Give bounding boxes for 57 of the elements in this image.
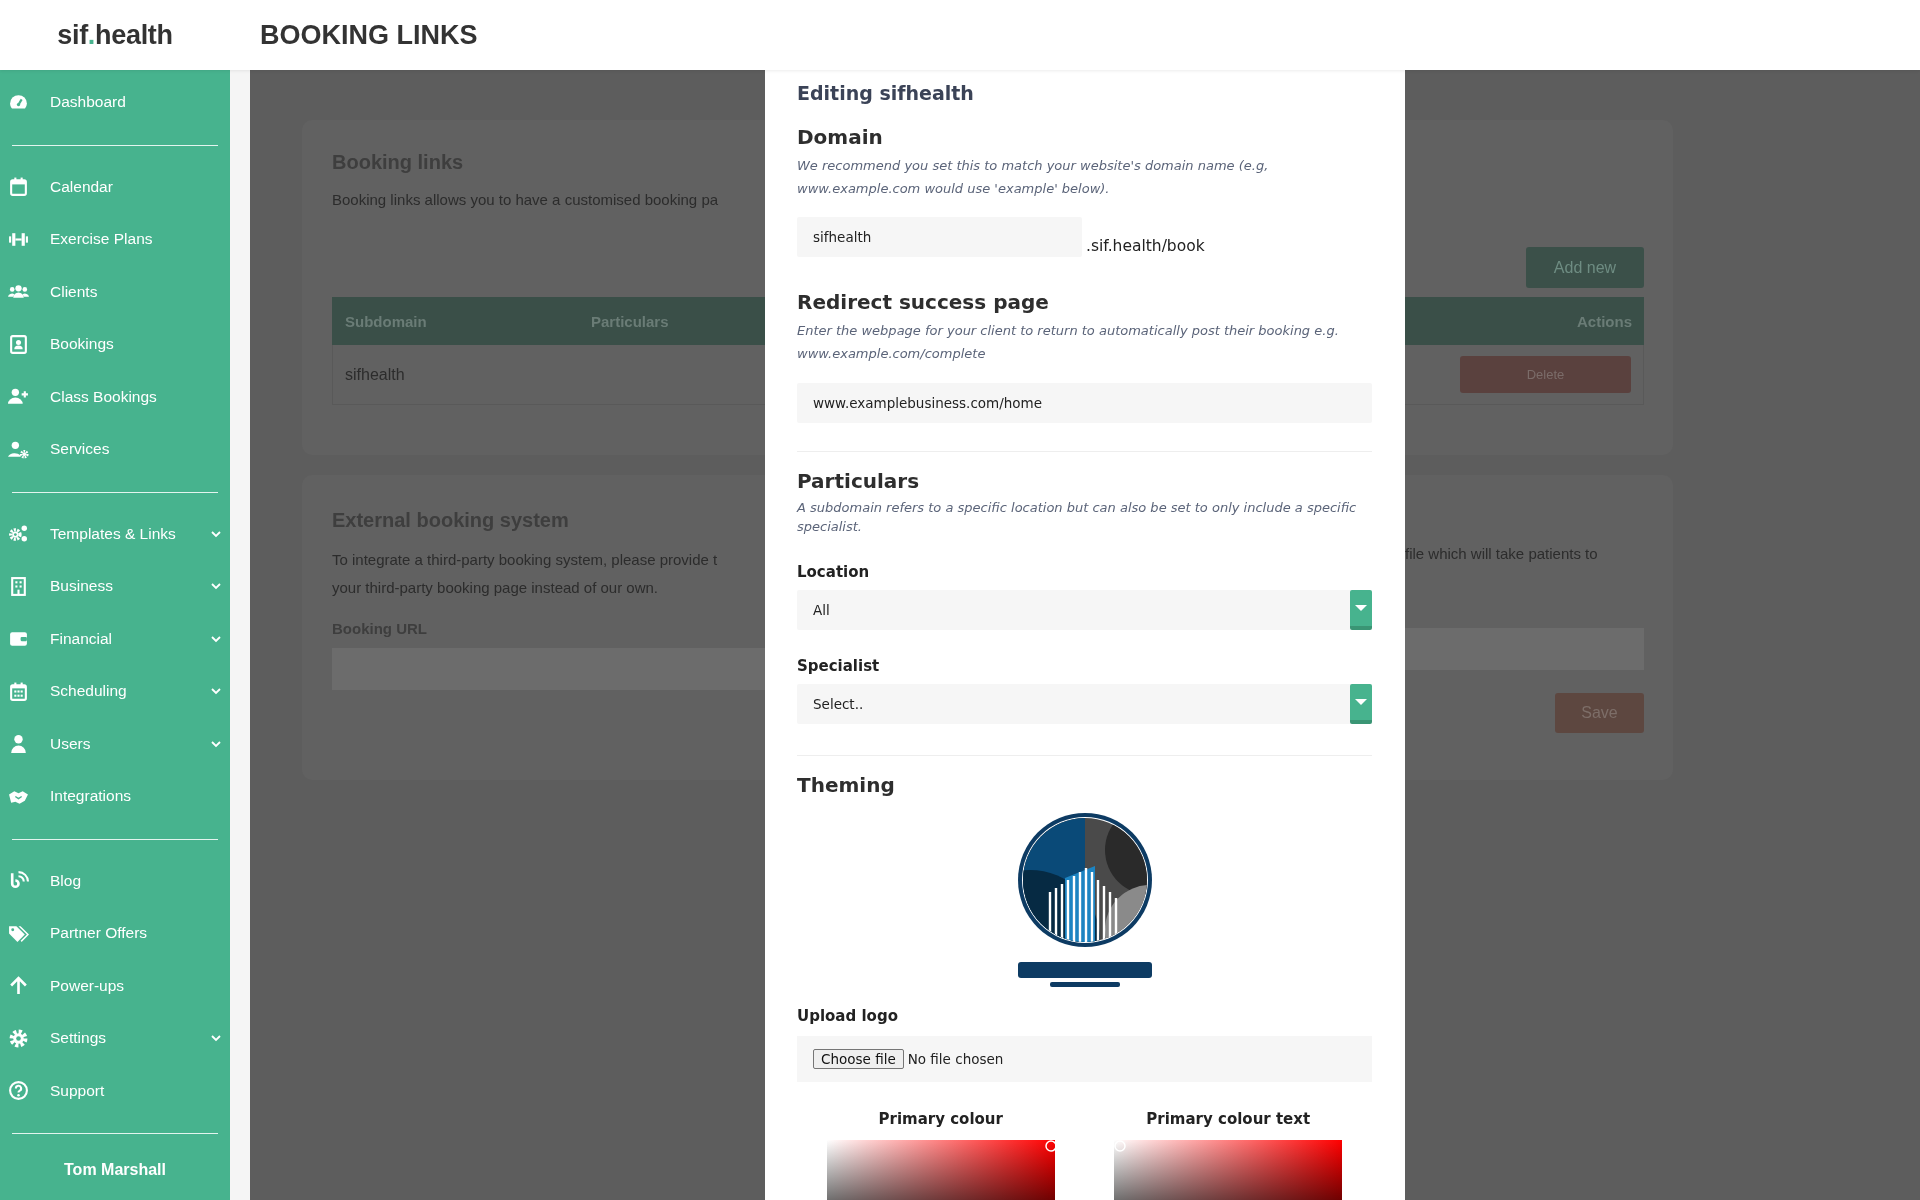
nav-item[interactable]: Users xyxy=(0,717,230,770)
field-label: Primary colour text xyxy=(1146,1109,1311,1130)
nav-item[interactable]: Dashboard xyxy=(0,76,230,129)
nav-item[interactable]: Exercise Plans xyxy=(0,213,230,266)
user-icon xyxy=(8,733,29,755)
calendar-icon xyxy=(8,176,29,198)
building-icon xyxy=(8,575,29,597)
colour-picker[interactable] xyxy=(1114,1140,1343,1200)
nav-item[interactable]: Power-ups xyxy=(0,959,230,1012)
file-status: No file chosen xyxy=(907,1051,1004,1067)
arrow-up-icon xyxy=(8,975,29,997)
input-field[interactable] xyxy=(1405,628,1644,670)
section-heading: Theming xyxy=(797,772,896,799)
caret-icon xyxy=(1355,698,1367,706)
modal-title: Editing sifhealth xyxy=(797,81,975,106)
field-label: Primary colour xyxy=(878,1109,1003,1130)
nav-item[interactable]: Business xyxy=(0,560,230,613)
choose-file-button[interactable]: Choose file xyxy=(813,1049,904,1069)
nav-item[interactable]: Integrations xyxy=(0,770,230,823)
page-title: BOOKING LINKS xyxy=(260,19,478,51)
add-new-button[interactable]: Add new xyxy=(1526,247,1644,288)
field-label: Upload logo xyxy=(797,1006,899,1027)
nav-item[interactable]: Templates & Links xyxy=(0,507,230,560)
user-name: Tom Marshall xyxy=(64,1161,166,1179)
section-heading: Redirect success page xyxy=(797,289,1050,316)
section-heading: Domain xyxy=(797,124,884,151)
logo[interactable]: sif.health xyxy=(0,19,230,51)
nav-item[interactable]: Blog xyxy=(0,854,230,907)
nav-item[interactable]: Clients xyxy=(0,265,230,318)
nav-item[interactable]: Services xyxy=(0,423,230,476)
help-icon xyxy=(8,1080,29,1102)
field-label: Location xyxy=(797,562,871,583)
help-text: Enter the webpage for your client to return to automatically post their booking e.g. www.example.com/complete xyxy=(797,322,1340,363)
nav-item[interactable]: Class Bookings xyxy=(0,370,230,423)
input-field[interactable]: sifhealth xyxy=(797,217,1082,257)
contact-card-icon xyxy=(8,333,29,355)
nav-item[interactable]: Calendar xyxy=(0,160,230,213)
colour-picker[interactable] xyxy=(826,1140,1055,1200)
settings-icon xyxy=(8,1027,29,1049)
help-text: A subdomain refers to a specific location but can also be set to only include a specific specialist. xyxy=(797,499,1358,536)
nav-item[interactable]: Bookings xyxy=(0,318,230,371)
section-heading: Particulars xyxy=(797,468,921,495)
domain-suffix: .sif.health/book xyxy=(1086,237,1205,255)
input-field[interactable]: www.examplebusiness.com/home xyxy=(797,383,1372,423)
calendar-icon xyxy=(8,680,29,702)
caret-icon xyxy=(1355,604,1367,612)
help-text: We recommend you set this to match your website's domain name (e.g, www.example.com would use 'example' below). xyxy=(797,157,1270,198)
file-field[interactable]: Choose file No file chosen xyxy=(797,1036,1372,1082)
input-field[interactable] xyxy=(332,648,765,690)
select-field[interactable]: All xyxy=(797,590,1372,630)
nav-item[interactable]: Settings xyxy=(0,1012,230,1065)
field-label: Specialist xyxy=(797,656,881,677)
nav-item[interactable]: Support xyxy=(0,1064,230,1117)
nav-item[interactable]: Partner Offers xyxy=(0,907,230,960)
select-field[interactable]: Select.. xyxy=(797,684,1372,724)
nav-item[interactable]: Financial xyxy=(0,612,230,665)
nav-item[interactable]: Scheduling xyxy=(0,665,230,718)
